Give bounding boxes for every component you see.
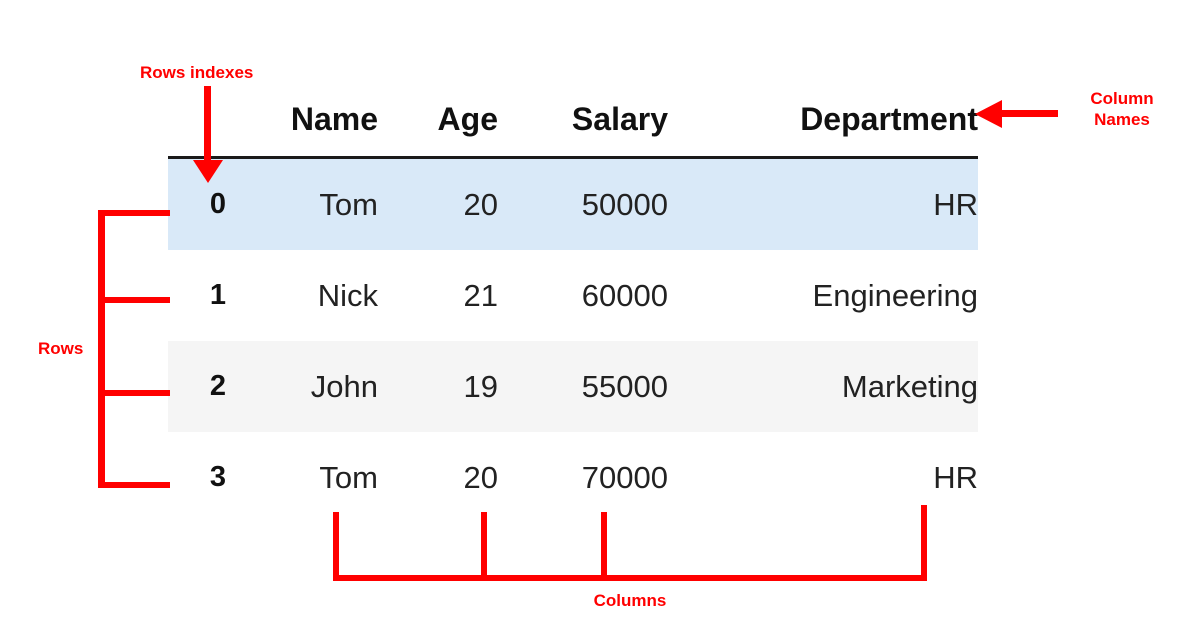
cell-salary: 50000 [498,157,668,250]
rows-indexes-label: Rows indexes [140,63,254,82]
columns-label: Columns [593,591,667,610]
cell-name: John [228,341,378,432]
rows-indexes-arrow-shaft [204,86,211,164]
cell-age: 20 [378,432,498,523]
table-header-row: Name Age Salary Department [168,86,978,159]
rows-bracket-tick [98,390,170,396]
columns-bracket-tick [481,512,487,576]
cell-age: 21 [378,250,498,341]
table-header: Name Age Salary Department [168,86,978,159]
table-row: 2 John 19 55000 Marketing [168,341,978,432]
column-header-name: Name [228,86,378,159]
cell-age: 20 [378,157,498,250]
cell-name: Nick [228,250,378,341]
row-index-cell: 3 [168,432,228,523]
rows-bracket-tick [98,482,170,488]
table-row: 3 Tom 20 70000 HR [168,432,978,523]
cell-department: Marketing [668,341,978,432]
table-row: 0 Tom 20 50000 HR [168,157,978,250]
column-names-label: Column Names [1090,89,1154,129]
cell-department: Engineering [668,250,978,341]
rows-bracket-tick [98,210,170,216]
cell-salary: 55000 [498,341,668,432]
columns-bracket-tick [333,512,339,576]
column-header-salary: Salary [498,86,668,159]
dataframe-table: Name Age Salary Department 0 Tom 20 5000… [168,86,978,523]
cell-age: 19 [378,341,498,432]
cell-department: HR [668,157,978,250]
column-names-arrow-shaft [1000,110,1058,117]
column-header-age: Age [378,86,498,159]
row-index-cell: 2 [168,341,228,432]
columns-bracket-spine [333,575,927,581]
down-arrow-icon [193,160,223,183]
left-arrow-icon [975,100,1002,128]
rows-label: Rows [38,339,84,358]
columns-bracket-tick [601,512,607,576]
row-index-cell: 1 [168,250,228,341]
column-header-department: Department [668,86,978,159]
rows-bracket-spine [98,210,105,488]
cell-salary: 70000 [498,432,668,523]
columns-bracket-tick [921,505,927,576]
rows-bracket-tick [98,297,170,303]
cell-name: Tom [228,432,378,523]
table-body: 0 Tom 20 50000 HR 1 Nick 21 60000 Engine… [168,157,978,523]
column-header-index [168,86,228,159]
cell-salary: 60000 [498,250,668,341]
cell-department: HR [668,432,978,523]
cell-name: Tom [228,157,378,250]
table-row: 1 Nick 21 60000 Engineering [168,250,978,341]
